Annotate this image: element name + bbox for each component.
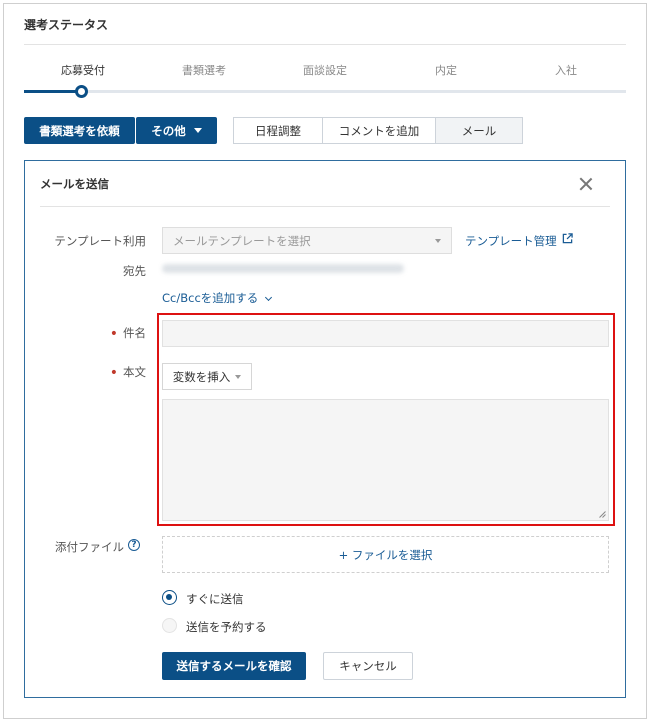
other-dropdown-button[interactable]: その他 xyxy=(136,117,217,144)
confirm-mail-button[interactable]: 送信するメールを確認 xyxy=(162,652,306,680)
status-title: 選考ステータス xyxy=(24,18,109,32)
add-cc-bcc-label: Cc/Bccを追加する xyxy=(162,291,259,305)
caret-down-icon xyxy=(235,374,242,379)
tab-add-comment-label: コメントを追加 xyxy=(338,123,420,138)
insert-variable-button[interactable]: 変数を挿入 xyxy=(162,363,252,390)
request-document-screening-label: 書類選考を依頼 xyxy=(39,123,120,138)
step-offer[interactable]: 内定 xyxy=(396,62,496,78)
tab-schedule[interactable]: 日程調整 xyxy=(234,118,323,143)
panel-divider xyxy=(40,206,610,207)
step-joining[interactable]: 入社 xyxy=(516,62,616,78)
tab-mail-label: メール xyxy=(461,123,497,138)
external-link-icon[interactable] xyxy=(562,233,573,244)
request-document-screening-button[interactable]: 書類選考を依頼 xyxy=(24,117,135,144)
file-select-button[interactable]: + ファイルを選択 xyxy=(162,536,609,573)
confirm-mail-label: 送信するメールを確認 xyxy=(176,659,292,673)
template-label: テンプレート利用 xyxy=(54,234,146,248)
progress-track xyxy=(24,90,626,93)
caret-down-icon xyxy=(435,239,441,243)
body-label: • 本文 xyxy=(40,364,146,381)
action-tabs: 日程調整 コメントを追加 メール xyxy=(233,117,523,144)
divider xyxy=(24,44,626,45)
tab-mail[interactable]: メール xyxy=(436,118,522,143)
mail-panel-title: メールを送信 xyxy=(40,177,109,191)
send-now-label[interactable]: すぐに送信 xyxy=(186,591,244,607)
subject-label-text: 件名 xyxy=(123,326,146,340)
to-label: 宛先 xyxy=(123,264,146,278)
step-interview-setting[interactable]: 面談設定 xyxy=(275,62,375,78)
recipient-address-blurred xyxy=(162,264,404,273)
schedule-send-label[interactable]: 送信を予約する xyxy=(186,619,267,635)
close-icon[interactable] xyxy=(578,176,594,192)
subject-label: • 件名 xyxy=(40,325,146,342)
cancel-label: キャンセル xyxy=(339,659,397,673)
progress-fill xyxy=(24,90,82,93)
send-now-radio[interactable] xyxy=(162,590,177,605)
insert-variable-label: 変数を挿入 xyxy=(172,369,231,384)
attachment-label: 添付ファイル xyxy=(55,540,124,554)
file-select-label: + ファイルを選択 xyxy=(338,547,433,562)
progress-knob[interactable] xyxy=(75,85,88,98)
cancel-button[interactable]: キャンセル xyxy=(323,652,413,680)
required-dot: • xyxy=(109,326,118,342)
required-dot: • xyxy=(109,365,118,381)
add-cc-bcc-link[interactable]: Cc/Bccを追加する xyxy=(162,290,273,306)
caret-down-icon xyxy=(193,128,202,133)
chevron-down-icon xyxy=(265,293,273,302)
body-label-text: 本文 xyxy=(123,365,146,379)
template-select[interactable]: メールテンプレートを選択 xyxy=(162,227,452,254)
resize-handle-icon[interactable] xyxy=(599,511,606,518)
schedule-send-radio[interactable] xyxy=(162,618,177,633)
other-label: その他 xyxy=(151,123,186,138)
body-textarea[interactable] xyxy=(162,399,609,521)
template-manage-link[interactable]: テンプレート管理 xyxy=(465,233,557,249)
tab-add-comment[interactable]: コメントを追加 xyxy=(323,118,436,143)
step-document-screening[interactable]: 書類選考 xyxy=(154,62,254,78)
help-icon[interactable]: ? xyxy=(128,539,140,551)
subject-input[interactable] xyxy=(162,320,609,347)
template-select-value: メールテンプレートを選択 xyxy=(173,233,311,248)
tab-schedule-label: 日程調整 xyxy=(255,123,301,138)
step-application[interactable]: 応募受付 xyxy=(33,62,133,78)
